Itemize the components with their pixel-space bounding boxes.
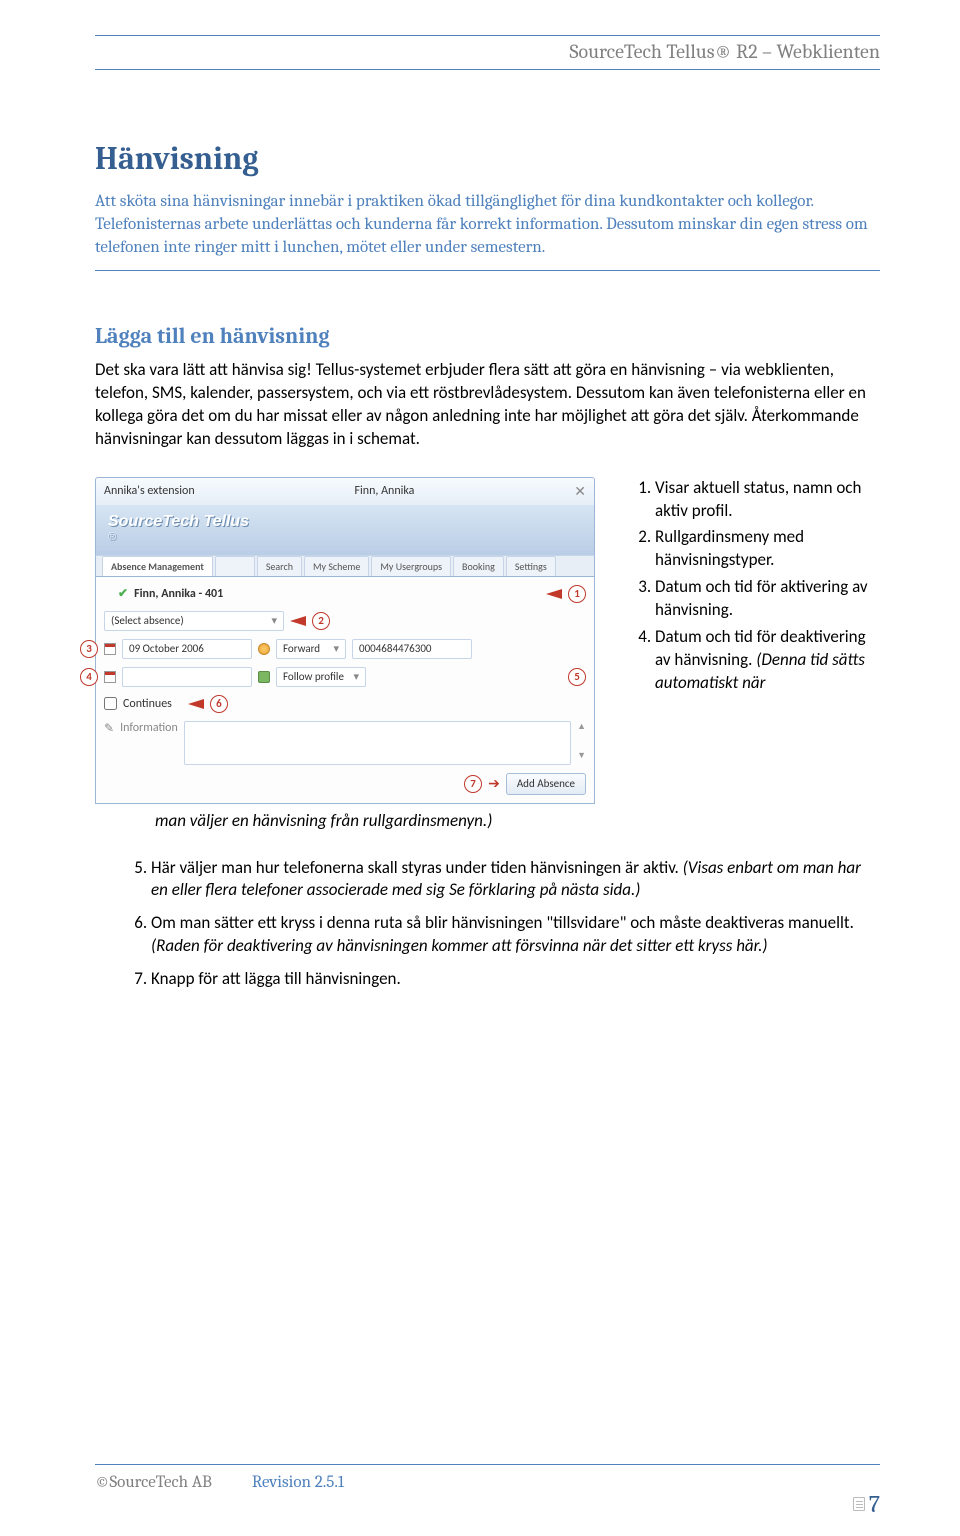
callout-item-2: Rullgardinsmeny med hänvisningstyper. (655, 526, 880, 572)
deactivation-date-input[interactable] (122, 667, 252, 687)
information-label: Information (120, 721, 178, 735)
footer-revision: Revision 2.5.1 (252, 1473, 344, 1492)
tab-my-usergroups[interactable]: My Usergroups (371, 556, 451, 576)
callout-item-6-italic: (Raden för deaktivering av hänvisningen … (151, 935, 768, 956)
close-icon[interactable]: ✕ (574, 483, 586, 500)
header-rule-bottom (95, 69, 880, 70)
tab-absence-management[interactable]: Absence Management (102, 556, 213, 576)
scroll-up-icon[interactable]: ▲ (577, 721, 586, 732)
brand-sub: ® (108, 531, 116, 543)
tab-hidden[interactable] (215, 556, 255, 576)
arrow-icon (188, 699, 204, 709)
tab-my-scheme[interactable]: My Scheme (304, 556, 369, 576)
activation-date-input[interactable]: 09 October 2006 (122, 639, 252, 659)
window-title-left: Annika's extension (104, 484, 195, 498)
tab-strip: Absence Management Search My Scheme My U… (95, 555, 595, 577)
figure-and-list-row: Annika's extension Finn, Annika ✕ Source… (95, 477, 880, 804)
callout-item-5-text: Här väljer man hur telefonerna skall sty… (151, 857, 683, 878)
info-icon: ✎ (104, 721, 114, 736)
window-titlebar: Annika's extension Finn, Annika ✕ (95, 477, 595, 505)
chevron-down-icon: ▾ (353, 670, 359, 683)
tab-settings[interactable]: Settings (506, 556, 556, 576)
forward-dropdown[interactable]: Forward ▾ (276, 639, 346, 659)
marker-7: 7 (464, 775, 482, 793)
callout-list-1-4: Visar aktuell status, namn och aktiv pro… (615, 477, 880, 699)
continues-checkbox[interactable] (104, 697, 117, 710)
callout-item-4-continuation: man väljer en hänvisning från rullgardin… (155, 810, 492, 831)
globe-icon (258, 643, 270, 655)
arrow-right-icon: ➔ (488, 775, 500, 792)
callout-list-5-7: Här väljer man hur telefonerna skall sty… (95, 857, 880, 992)
arrow-icon (290, 616, 306, 626)
app-screenshot: Annika's extension Finn, Annika ✕ Source… (95, 477, 595, 804)
subsection-heading: Lägga till en hänvisning (95, 323, 880, 349)
check-icon: ✔ (118, 586, 128, 601)
calendar-icon[interactable] (104, 643, 116, 655)
callout-item-6-text: Om man sätter ett kryss i denna ruta så … (151, 912, 854, 933)
form-body: ✔ Finn, Annika - 401 1 (Select absence) … (95, 577, 595, 804)
intro-rule (95, 270, 880, 271)
callout-item-6: Om man sätter ett kryss i denna ruta så … (151, 912, 880, 958)
callout-item-1: Visar aktuell status, namn och aktiv pro… (655, 477, 880, 523)
chevron-down-icon: ▾ (333, 642, 339, 655)
scroll-down-icon[interactable]: ▼ (577, 750, 586, 761)
marker-2: 2 (312, 612, 330, 630)
subsection-body: Det ska vara lätt att hänvisa sig! Tellu… (95, 359, 880, 451)
follow-profile-dropdown[interactable]: Follow profile ▾ (276, 667, 366, 687)
marker-4: 4 (80, 668, 98, 686)
follow-profile-label: Follow profile (283, 670, 344, 683)
calendar-icon[interactable] (104, 671, 116, 683)
profile-icon (258, 671, 270, 683)
forward-number-input[interactable]: 0004684476300 (352, 639, 472, 659)
header-rule-top (95, 35, 880, 36)
brand-bar: SourceTech Tellus ® (95, 505, 595, 555)
footer-copyright: ©SourceTech AB (95, 1473, 212, 1492)
marker-1: 1 (568, 585, 586, 603)
marker-5: 5 (568, 668, 586, 686)
callout-item-5: Här väljer man hur telefonerna skall sty… (151, 857, 880, 903)
tab-booking[interactable]: Booking (453, 556, 504, 576)
continues-label: Continues (123, 697, 172, 711)
status-name-profile: Finn, Annika - 401 (134, 587, 223, 601)
page-number: 7 (853, 1490, 880, 1518)
brand-text: SourceTech Tellus (108, 513, 249, 530)
window-title-center: Finn, Annika (355, 484, 415, 498)
callout-item-7: Knapp för att lägga till hänvisningen. (151, 968, 880, 991)
page-number-value: 7 (869, 1490, 880, 1518)
tab-search[interactable]: Search (257, 556, 302, 576)
add-absence-button[interactable]: Add Absence (506, 773, 586, 795)
select-absence-label: (Select absence) (111, 614, 184, 627)
chevron-down-icon: ▾ (271, 614, 277, 627)
select-absence-dropdown[interactable]: (Select absence) ▾ (104, 611, 284, 631)
section-heading-hanvisning: Hänvisning (95, 140, 880, 177)
marker-3: 3 (80, 640, 98, 658)
section-intro: Att sköta sina hänvisningar innebär i pr… (95, 191, 880, 260)
page-icon (853, 1497, 865, 1511)
callout-item-3: Datum och tid för aktivering av hänvisni… (655, 576, 880, 622)
page-header-title: SourceTech Tellus® R2 – Webklienten (95, 40, 880, 63)
callout-item-4: Datum och tid för deaktivering av hänvis… (655, 626, 880, 695)
page-footer: ©SourceTech AB Revision 2.5.1 (95, 1464, 880, 1492)
information-textarea[interactable] (184, 721, 571, 765)
arrow-icon (546, 589, 562, 599)
marker-6: 6 (210, 695, 228, 713)
forward-label: Forward (283, 642, 320, 655)
